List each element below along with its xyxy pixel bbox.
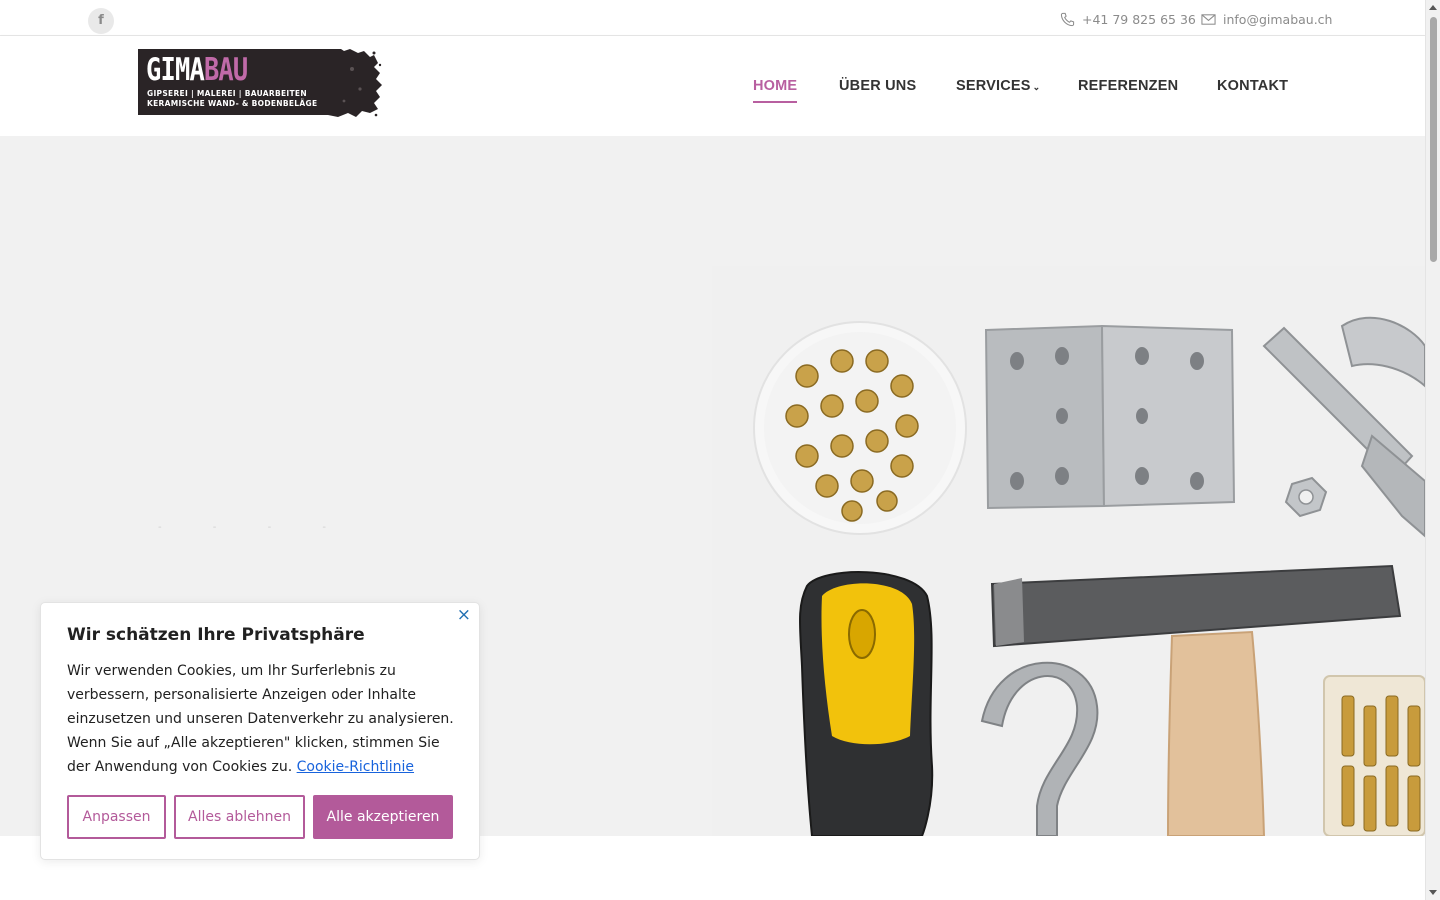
top-bar: f +41 79 825 65 36 info@gimabau.ch [0, 0, 1425, 36]
logo-word-gima: GIMA [146, 52, 205, 88]
scroll-up-arrow-icon[interactable] [1429, 5, 1437, 10]
nav-kontakt[interactable]: KONTAKT [1217, 78, 1288, 94]
hero-tools-image [712, 266, 1425, 836]
site-logo[interactable]: GIMABAU GIPSEREI | MALEREI | BAUARBEITEN… [138, 49, 382, 117]
cookie-text: Wir verwenden Cookies, um Ihr Surferlebn… [67, 659, 462, 779]
nav-services[interactable]: SERVICES ⌄ [956, 78, 1040, 94]
cookie-title: Wir schätzen Ihre Privatsphäre [67, 625, 365, 645]
nav-services-label: SERVICES [956, 78, 1031, 94]
customize-button[interactable]: Anpassen [67, 795, 166, 839]
logo-wordmark: GIMABAU [146, 51, 248, 89]
cookie-consent-dialog: × Wir schätzen Ihre Privatsphäre Wir ver… [40, 602, 480, 860]
cookie-policy-link[interactable]: Cookie-Richtlinie [297, 759, 414, 775]
phone-number: +41 79 825 65 36 [1082, 12, 1196, 27]
phone-contact[interactable]: +41 79 825 65 36 [1060, 12, 1196, 27]
logo-word-bau: BAU [203, 52, 248, 88]
chevron-down-icon: ⌄ [1032, 82, 1041, 92]
nav-ueber-uns[interactable]: ÜBER UNS [839, 78, 916, 94]
scrollbar-thumb[interactable] [1430, 17, 1437, 262]
email-contact[interactable]: info@gimabau.ch [1201, 12, 1332, 27]
reject-all-button[interactable]: Alles ablehnen [174, 795, 305, 839]
mail-icon [1201, 14, 1216, 25]
scroll-down-arrow-icon[interactable] [1429, 890, 1437, 895]
email-address: info@gimabau.ch [1223, 12, 1333, 27]
nav-home[interactable]: HOME [753, 78, 798, 103]
logo-tagline-2: KERAMISCHE WAND- & BODENBELÄGE [147, 99, 318, 108]
nav-referenzen[interactable]: REFERENZEN [1078, 78, 1178, 94]
vertical-scrollbar[interactable] [1425, 0, 1440, 900]
facebook-icon[interactable]: f [88, 8, 114, 34]
hero-faint-text: - - - - [158, 522, 350, 533]
phone-icon [1060, 12, 1075, 27]
logo-tagline-1: GIPSEREI | MALEREI | BAUARBEITEN [147, 89, 307, 98]
accept-all-button[interactable]: Alle akzeptieren [313, 795, 453, 839]
site-header: GIMABAU GIPSEREI | MALEREI | BAUARBEITEN… [0, 36, 1425, 136]
close-icon[interactable]: × [457, 605, 471, 625]
